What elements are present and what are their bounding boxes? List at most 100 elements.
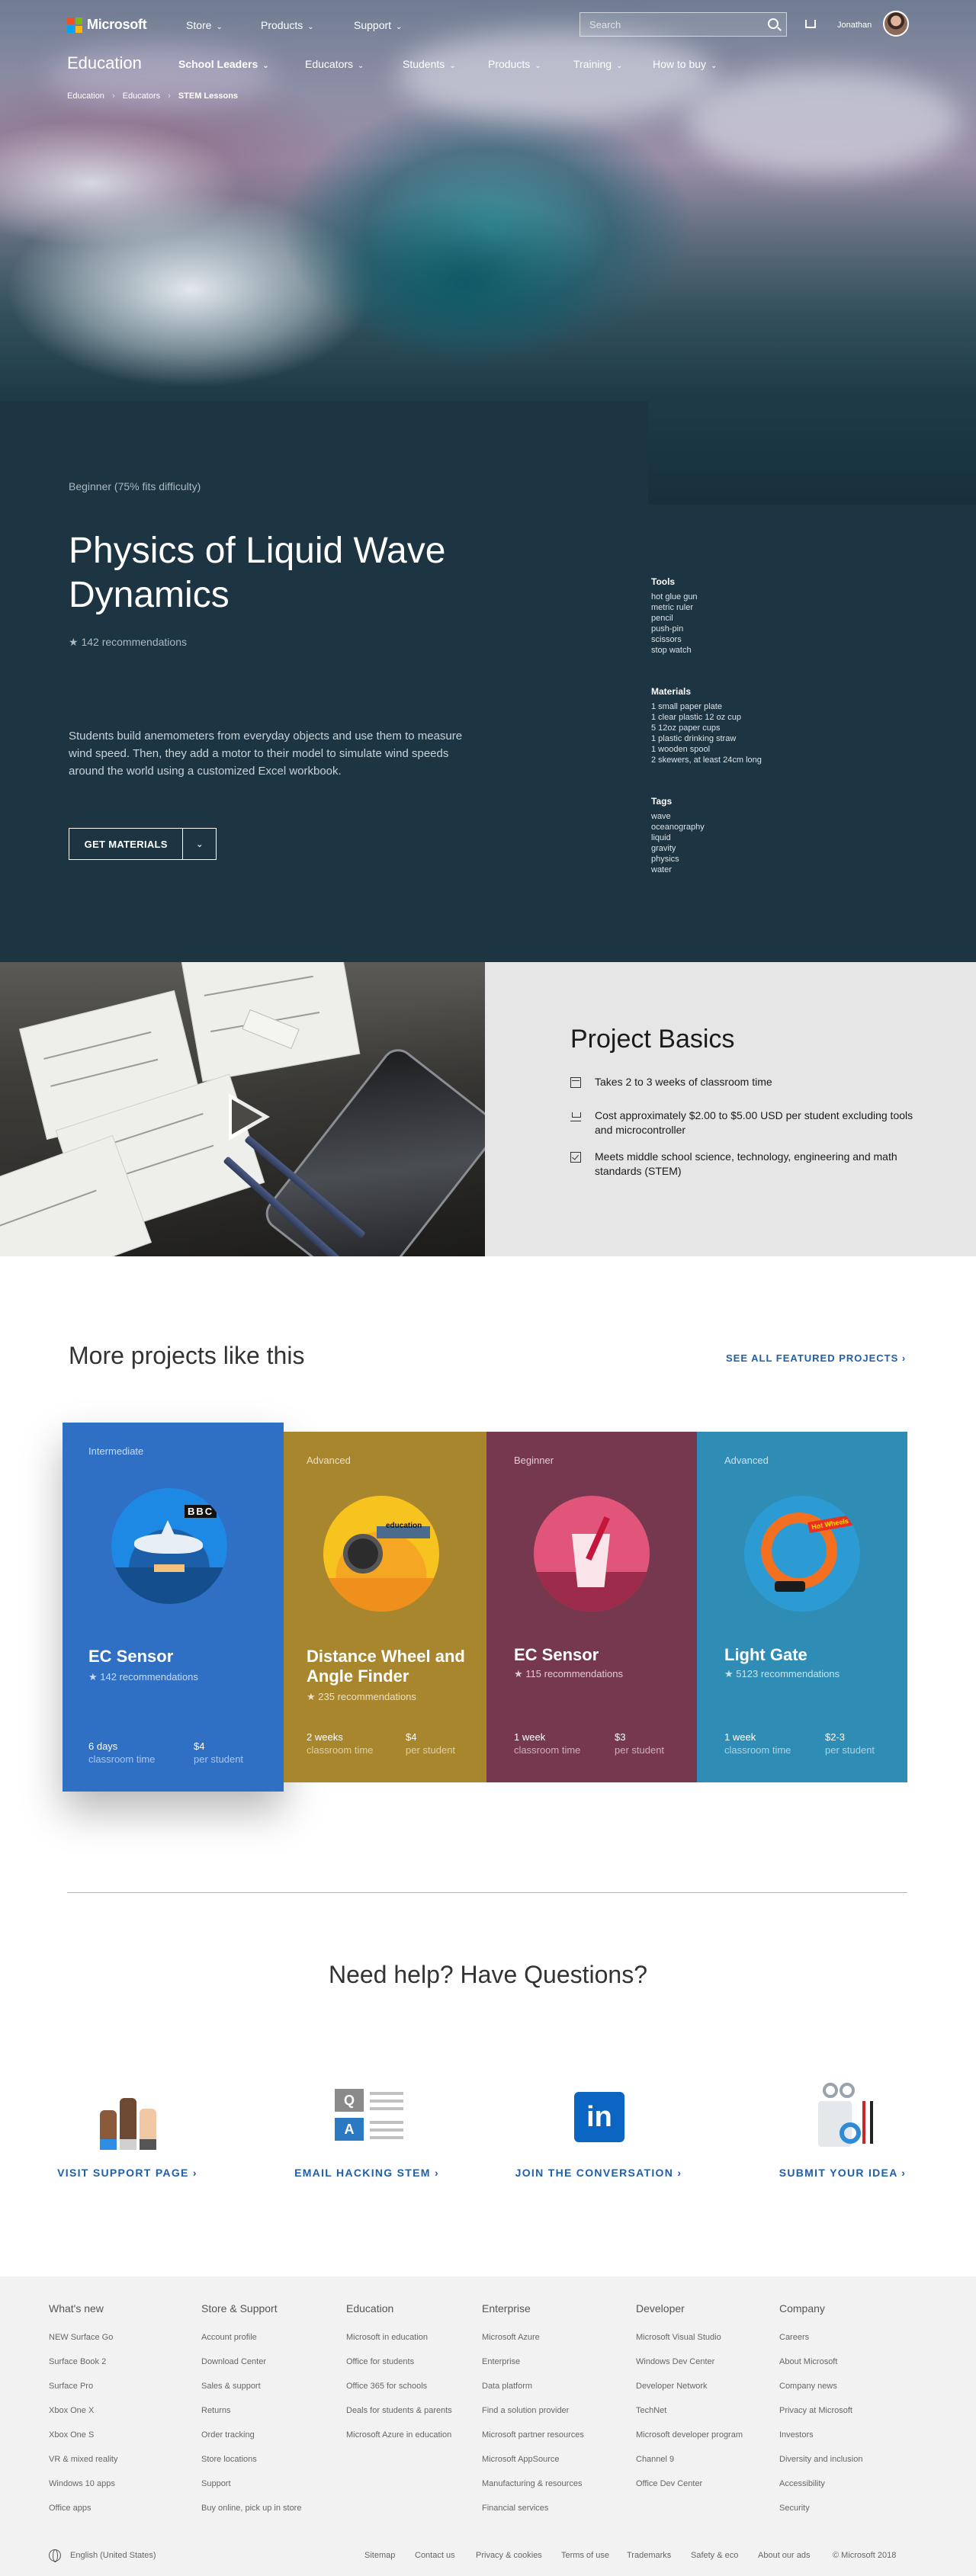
help-submit-idea[interactable]: SUBMIT YOUR IDEA › [755,2078,930,2179]
hero-cloud [686,69,961,175]
see-all-projects-link[interactable]: SEE ALL FEATURED PROJECTS › [726,1352,906,1364]
breadcrumb-educators[interactable]: Educators [123,91,161,101]
footer-link[interactable]: Microsoft Azure in education [346,2423,452,2447]
tags-list: Tags wave oceanography liquid gravity physic… [651,796,705,875]
footer-link[interactable]: Diversity and inclusion [779,2447,862,2472]
footer-link[interactable]: Privacy at Microsoft [779,2398,862,2423]
footer-link[interactable]: Data platform [482,2374,584,2398]
nav-students[interactable]: Students ⌄ [403,58,456,70]
footer-link[interactable]: Order tracking [201,2423,301,2447]
get-materials-button[interactable]: GET MATERIALS ⌄ [69,828,217,860]
help-email[interactable]: Q A EMAIL HACKING STEM › [279,2078,454,2179]
footer-link[interactable]: Returns [201,2398,301,2423]
chevron-down-icon[interactable]: ⌄ [182,829,216,859]
tag-item[interactable]: liquid [651,832,705,843]
locale-selector[interactable]: English (United States) [70,2551,156,2560]
top-link-store[interactable]: Store ⌄ [186,19,223,31]
help-linkedin[interactable]: in JOIN THE CONVERSATION › [511,2078,686,2179]
footer-link[interactable]: About our ads [758,2551,811,2560]
help-support[interactable]: VISIT SUPPORT PAGE › [40,2078,215,2179]
footer-link[interactable]: Office for students [346,2350,452,2374]
cart-icon[interactable] [805,20,816,28]
chevron-down-icon: ⌄ [535,62,541,70]
footer-link[interactable]: Xbox One S [49,2423,117,2447]
footer-link[interactable]: Financial services [482,2496,584,2520]
footer-link[interactable]: NEW Surface Go [49,2325,117,2350]
footer-link[interactable]: Terms of use [561,2551,609,2560]
footer-link[interactable]: Trademarks [627,2551,671,2560]
footer-link[interactable]: Microsoft partner resources [482,2423,584,2447]
basics-item-time: Takes 2 to 3 weeks of classroom time [570,1075,921,1089]
footer-link[interactable]: Surface Book 2 [49,2350,117,2374]
footer-link[interactable]: TechNet [636,2398,743,2423]
footer-link[interactable]: Microsoft developer program [636,2423,743,2447]
top-link-products[interactable]: Products ⌄ [261,19,314,31]
top-link-support[interactable]: Support ⌄ [354,19,402,31]
footer-link[interactable]: Sales & support [201,2374,301,2398]
breadcrumb-education[interactable]: Education [67,91,104,101]
footer-link[interactable]: Microsoft in education [346,2325,452,2350]
difficulty-label: Beginner (75% fits difficulty) [69,480,201,492]
tag-item[interactable]: physics [651,854,705,865]
footer-link[interactable]: Download Center [201,2350,301,2374]
footer-link[interactable]: Channel 9 [636,2447,743,2472]
project-video-thumbnail[interactable] [0,962,485,1256]
section-title[interactable]: Education [67,53,142,73]
footer-link[interactable]: Support [201,2472,301,2496]
footer-link[interactable]: Windows 10 apps [49,2472,117,2496]
footer-link[interactable]: Find a solution provider [482,2398,584,2423]
footer-link[interactable]: Investors [779,2423,862,2447]
get-materials-label[interactable]: GET MATERIALS [69,829,182,859]
footer-link[interactable]: Store locations [201,2447,301,2472]
footer-link[interactable]: Contact us [415,2551,455,2560]
search-input[interactable]: Search [580,12,787,37]
footer-link[interactable]: Manufacturing & resources [482,2472,584,2496]
footer-link[interactable]: Account profile [201,2325,301,2350]
footer-link[interactable]: Windows Dev Center [636,2350,743,2374]
footer-link[interactable]: Surface Pro [49,2374,117,2398]
tag-item[interactable]: oceanography [651,822,705,832]
footer-link[interactable]: Buy online, pick up in store [201,2496,301,2520]
globe-icon[interactable] [49,2549,61,2562]
tag-item[interactable]: wave [651,811,705,822]
footer-link[interactable]: Office apps [49,2496,117,2520]
project-card-distance-wheel[interactable]: Advanced education Distance Wheel and An… [284,1432,486,1782]
footer-link[interactable]: Office Dev Center [636,2472,743,2496]
project-card-ec-sensor-2[interactable]: Beginner EC Sensor ★ 115 recommendations… [486,1432,697,1782]
project-card-ec-sensor[interactable]: Intermediate BBC EC Sensor ★ 142 recomme… [63,1423,284,1792]
footer-link[interactable]: Office 365 for schools [346,2374,452,2398]
footer-link[interactable]: Security [779,2496,862,2520]
footer-link[interactable]: Microsoft Visual Studio [636,2325,743,2350]
footer-link[interactable]: Enterprise [482,2350,584,2374]
footer-link[interactable]: VR & mixed reality [49,2447,117,2472]
project-card-light-gate[interactable]: Advanced Hot Wheels Light Gate ★ 5123 re… [697,1432,907,1782]
footer-link[interactable]: Microsoft Azure [482,2325,584,2350]
search-icon[interactable] [768,18,779,29]
project-basics: Project Basics Takes 2 to 3 weeks of cla… [0,962,976,1256]
footer-link[interactable]: About Microsoft [779,2350,862,2374]
footer-link[interactable]: Accessibility [779,2472,862,2496]
footer-link[interactable]: Microsoft AppSource [482,2447,584,2472]
footer-link[interactable]: Privacy & cookies [476,2551,542,2560]
nav-training[interactable]: Training ⌄ [573,58,622,70]
footer-link[interactable]: Safety & eco [691,2551,738,2560]
tool-item: metric ruler [651,603,694,612]
footer-link[interactable]: Sitemap [364,2551,395,2560]
nav-how-to-buy[interactable]: How to buy ⌄ [653,58,717,70]
footer-link[interactable]: Developer Network [636,2374,743,2398]
user-name[interactable]: Jonathan [837,21,872,30]
tag-item[interactable]: gravity [651,843,705,854]
footer-link[interactable]: Xbox One X [49,2398,117,2423]
nav-products[interactable]: Products ⌄ [488,58,541,70]
nav-school-leaders[interactable]: School Leaders ⌄ [178,58,269,70]
cup-illustration [534,1496,650,1612]
footer-link[interactable]: Careers [779,2325,862,2350]
section-navigation: Education School Leaders ⌄ Educators ⌄ Stu… [0,53,976,76]
chevron-down-icon: ⌄ [711,62,718,70]
avatar[interactable] [883,11,909,37]
footer-link[interactable]: Company news [779,2374,862,2398]
nav-educators[interactable]: Educators ⌄ [305,58,364,70]
microsoft-logo[interactable]: Microsoft [67,17,147,33]
footer-link[interactable]: Deals for students & parents [346,2398,452,2423]
tag-item[interactable]: water [651,865,705,875]
